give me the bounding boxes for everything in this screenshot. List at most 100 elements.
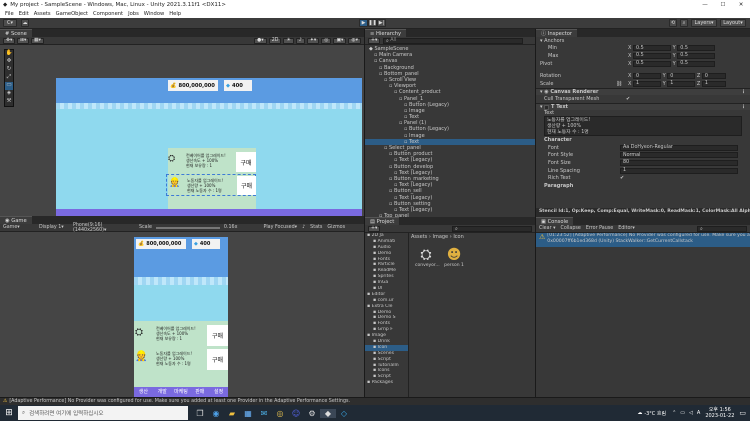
- account-button[interactable]: C ▾: [3, 19, 17, 27]
- max-y-field[interactable]: 0.5: [677, 52, 716, 59]
- weather-text[interactable]: -3°C 흐림: [644, 410, 666, 417]
- hidden-objects-toggle[interactable]: ◎: [321, 37, 332, 44]
- scale-z-field[interactable]: 1: [701, 80, 726, 87]
- search-icon[interactable]: ⌕: [680, 19, 688, 27]
- game-tab-button[interactable]: 개발: [153, 387, 172, 397]
- chevron-up-icon[interactable]: ⌃: [672, 410, 676, 416]
- menu-item-component[interactable]: Component: [93, 11, 123, 17]
- tab-inspector[interactable]: ⓘ Inspector: [536, 29, 578, 37]
- maximize-button[interactable]: ☐: [714, 2, 732, 8]
- game-tab-button[interactable]: 생산: [134, 387, 153, 397]
- windows-start-icon[interactable]: ⊞: [0, 408, 18, 418]
- tab-game[interactable]: ◉ Game: [0, 216, 32, 224]
- tool-handle-dropdown[interactable]: ✥▾: [3, 37, 15, 44]
- minimize-button[interactable]: —: [696, 2, 714, 8]
- tab-project[interactable]: ▤ Project: [365, 217, 400, 225]
- menu-item-help[interactable]: Help: [169, 11, 181, 17]
- pause-button[interactable]: ❚❚: [368, 19, 377, 27]
- collapse-button[interactable]: Collapse: [560, 226, 580, 231]
- project-search-input[interactable]: ⌕: [452, 225, 532, 232]
- component-menu-icon[interactable]: ⋮: [741, 104, 746, 110]
- game-tab-button[interactable]: 판매: [190, 387, 209, 397]
- max-x-field[interactable]: 0.5: [633, 52, 672, 59]
- network-icon[interactable]: ▭: [680, 410, 685, 416]
- game-buy-button[interactable]: 구매: [207, 325, 228, 346]
- breadcrumb-item[interactable]: Image: [432, 234, 448, 240]
- custom-tool-icon[interactable]: ⚒: [5, 98, 13, 106]
- game-tab-button[interactable]: 마케팅: [172, 387, 191, 397]
- lighting-toggle[interactable]: ☀: [283, 37, 294, 44]
- gizmos-toggle[interactable]: ◍▾: [348, 37, 361, 44]
- resolution-dropdown[interactable]: Phone(9:16) (1440x2560)▾: [73, 223, 135, 233]
- tab-scene[interactable]: # Scene: [0, 29, 32, 37]
- grid-snap-dropdown[interactable]: ▦▾: [31, 37, 44, 44]
- scene-canvas[interactable]: 💰 800,000,000 ◆ 400 ⛭ 컨베이어를 업그레이드! 생산속도 …: [56, 78, 362, 216]
- store-icon[interactable]: ▦: [240, 409, 256, 418]
- game-view-dropdown[interactable]: Game▾: [3, 225, 29, 230]
- breadcrumb-item[interactable]: Icon: [453, 234, 463, 240]
- font-style-dropdown[interactable]: Normal: [620, 152, 738, 159]
- chrome-icon[interactable]: ◎: [272, 409, 288, 418]
- text-enabled-checkbox[interactable]: [544, 104, 550, 110]
- font-size-field[interactable]: 80: [620, 159, 738, 166]
- rotate-tool-icon[interactable]: ↻: [5, 66, 13, 74]
- stats-button[interactable]: Stats: [310, 225, 322, 230]
- scene-buy-button[interactable]: 구매: [237, 176, 256, 195]
- rotation-y-field[interactable]: 0: [667, 73, 696, 80]
- mute-icon[interactable]: ♪: [302, 225, 305, 230]
- clock[interactable]: 오후 1:56 2023-01-22: [705, 407, 734, 419]
- create-button[interactable]: +▾: [368, 37, 380, 44]
- rotation-x-field[interactable]: 0: [633, 73, 662, 80]
- step-button[interactable]: ▶|: [377, 19, 386, 27]
- min-y-field[interactable]: 0.5: [677, 45, 716, 52]
- asset-conveyor[interactable]: ⛭ conveyor...: [415, 247, 440, 268]
- close-button[interactable]: ✕: [732, 2, 750, 8]
- menu-item-assets[interactable]: Assets: [34, 11, 51, 17]
- pivot-dropdown[interactable]: ⊞▾: [17, 37, 29, 44]
- ime-icon[interactable]: A: [697, 410, 700, 416]
- clear-button[interactable]: Clear: [539, 226, 552, 231]
- notification-icon[interactable]: ▭: [739, 409, 746, 417]
- task-view-icon[interactable]: ❐: [192, 409, 208, 418]
- layout-dropdown[interactable]: Layout ▾: [720, 19, 746, 27]
- cloud-icon[interactable]: ☁: [21, 19, 29, 27]
- font-field[interactable]: Aa DoHyeon-Regular: [620, 144, 738, 151]
- rect-tool-icon[interactable]: ▭: [5, 82, 13, 90]
- scale-x-field[interactable]: 1: [633, 80, 662, 87]
- cull-transparent-checkbox[interactable]: ✔: [626, 96, 630, 102]
- taskbar-search-input[interactable]: ⌕ 검색하려면 여기에 입력하십시오: [18, 406, 188, 420]
- anchors-foldout[interactable]: ▾ Anchors: [540, 37, 746, 45]
- game-phone-view[interactable]: 💰 800,000,000 ◆ 400 ⛭ 컨베이어를 업그레이드! 생산속도 …: [134, 237, 228, 397]
- text-component-header[interactable]: ▾ T Text ⋮: [536, 102, 750, 111]
- breadcrumb-item[interactable]: Assets: [411, 234, 427, 240]
- camera-dropdown[interactable]: ▣▾: [333, 37, 347, 44]
- unity-taskbar-icon[interactable]: ◆: [320, 408, 336, 418]
- display-dropdown[interactable]: Display 1▾: [39, 225, 67, 230]
- project-create-button[interactable]: +▾: [368, 225, 380, 232]
- play-button[interactable]: ▶: [359, 19, 368, 27]
- volume-icon[interactable]: ◁: [689, 410, 693, 416]
- scale-y-field[interactable]: 1: [667, 80, 696, 87]
- hand-tool-icon[interactable]: ✋: [5, 50, 13, 58]
- component-menu-icon[interactable]: ⋮: [741, 89, 746, 95]
- link-icon[interactable]: ⛓: [616, 81, 628, 87]
- menu-item-file[interactable]: File: [5, 11, 14, 17]
- scale-tool-icon[interactable]: ⤢: [5, 74, 13, 82]
- menu-item-window[interactable]: Window: [144, 11, 164, 17]
- min-x-field[interactable]: 0.5: [633, 45, 672, 52]
- file-explorer-icon[interactable]: ▰: [224, 409, 240, 418]
- history-icon[interactable]: ⟲: [669, 19, 677, 27]
- gizmos-button[interactable]: Gizmos: [327, 225, 345, 230]
- game-buy-button[interactable]: 구매: [207, 349, 228, 370]
- effects-dropdown[interactable]: ✦▾: [306, 37, 320, 44]
- audio-toggle[interactable]: ♪: [295, 37, 305, 44]
- pivot-x-field[interactable]: 0.5: [633, 60, 672, 67]
- game-tab-button[interactable]: 설정: [209, 387, 228, 397]
- layers-dropdown[interactable]: Layers ▾: [691, 19, 717, 27]
- rotation-z-field[interactable]: 0: [701, 73, 726, 80]
- text-value-area[interactable]: 노동자를 업그레이드! 생산량 + 100% 현재 노동자 수 : 1명: [544, 116, 742, 137]
- hierarchy-search-input[interactable]: ⌕ All: [383, 37, 523, 44]
- transform-tool-icon[interactable]: ◈: [5, 90, 13, 98]
- discord-icon[interactable]: ☺: [288, 409, 304, 418]
- rich-text-checkbox[interactable]: ✔: [620, 175, 624, 181]
